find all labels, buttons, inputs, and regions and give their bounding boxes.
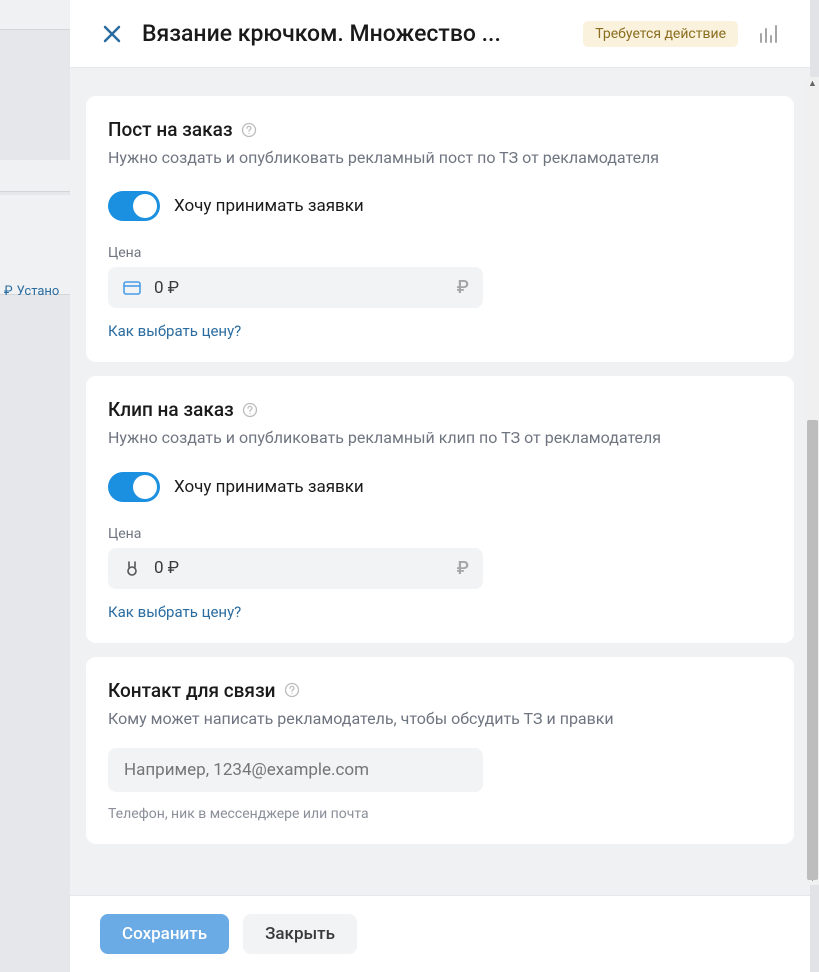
price-label: Цена: [108, 526, 772, 542]
modal-body: Пост на заказ Нужно создать и опубликова…: [70, 68, 810, 895]
toggle-label: Хочу принимать заявки: [174, 196, 364, 216]
background-panel: ₽ Устано: [0, 0, 70, 972]
close-icon[interactable]: [100, 22, 124, 46]
card-title: Пост на заказ: [108, 118, 233, 141]
card-subtitle: Кому может написать рекламодатель, чтобы…: [108, 708, 772, 730]
help-icon[interactable]: [241, 122, 257, 138]
backdrop-row: [0, 160, 70, 192]
card-post-order: Пост на заказ Нужно создать и опубликова…: [86, 96, 794, 362]
contact-hint: Телефон, ник в мессенджере или почта: [108, 806, 772, 822]
accept-requests-toggle[interactable]: [108, 472, 160, 502]
card-title: Клип на заказ: [108, 398, 234, 421]
how-choose-price-link[interactable]: Как выбрать цену?: [108, 603, 241, 621]
card-contact: Контакт для связи Кому может написать ре…: [86, 657, 794, 844]
toggle-row: Хочу принимать заявки: [108, 472, 772, 502]
backdrop-row: [0, 0, 70, 30]
card-subtitle: Нужно создать и опубликовать рекламный к…: [108, 427, 772, 449]
ruble-icon: ₽: [457, 558, 469, 579]
accept-requests-toggle[interactable]: [108, 191, 160, 221]
how-choose-price-link[interactable]: Как выбрать цену?: [108, 322, 241, 340]
modal-panel: Вязание крючком. Множество ... Требуется…: [70, 0, 810, 972]
card-clip-order: Клип на заказ Нужно создать и опубликова…: [86, 376, 794, 642]
toggle-row: Хочу принимать заявки: [108, 191, 772, 221]
scroll-up-icon[interactable]: ▲: [806, 77, 819, 90]
modal-footer: Сохранить Закрыть: [70, 895, 810, 972]
modal-header: Вязание крючком. Множество ... Требуется…: [70, 0, 810, 68]
scrollbar-thumb[interactable]: [807, 420, 818, 880]
toggle-label: Хочу принимать заявки: [174, 477, 364, 497]
price-input[interactable]: 0 ₽ ₽: [108, 548, 483, 589]
card-title: Контакт для связи: [108, 679, 276, 702]
card-subtitle: Нужно создать и опубликовать рекламный п…: [108, 147, 772, 169]
help-icon[interactable]: [242, 402, 258, 418]
contact-input[interactable]: [108, 748, 483, 792]
save-button[interactable]: Сохранить: [100, 914, 229, 954]
status-badge: Требуется действие: [583, 21, 738, 47]
close-button[interactable]: Закрыть: [243, 914, 357, 954]
card-icon: [122, 278, 142, 298]
ruble-icon: ₽: [457, 277, 469, 298]
stats-icon[interactable]: [756, 22, 780, 46]
price-value: 0 ₽: [154, 558, 445, 578]
help-icon[interactable]: [284, 682, 300, 698]
price-value: 0 ₽: [154, 278, 445, 298]
backdrop-link[interactable]: ₽ Устано: [0, 280, 70, 303]
price-label: Цена: [108, 245, 772, 261]
modal-title: Вязание крючком. Множество ...: [142, 20, 565, 47]
price-input[interactable]: 0 ₽ ₽: [108, 267, 483, 308]
clip-icon: [122, 558, 142, 578]
